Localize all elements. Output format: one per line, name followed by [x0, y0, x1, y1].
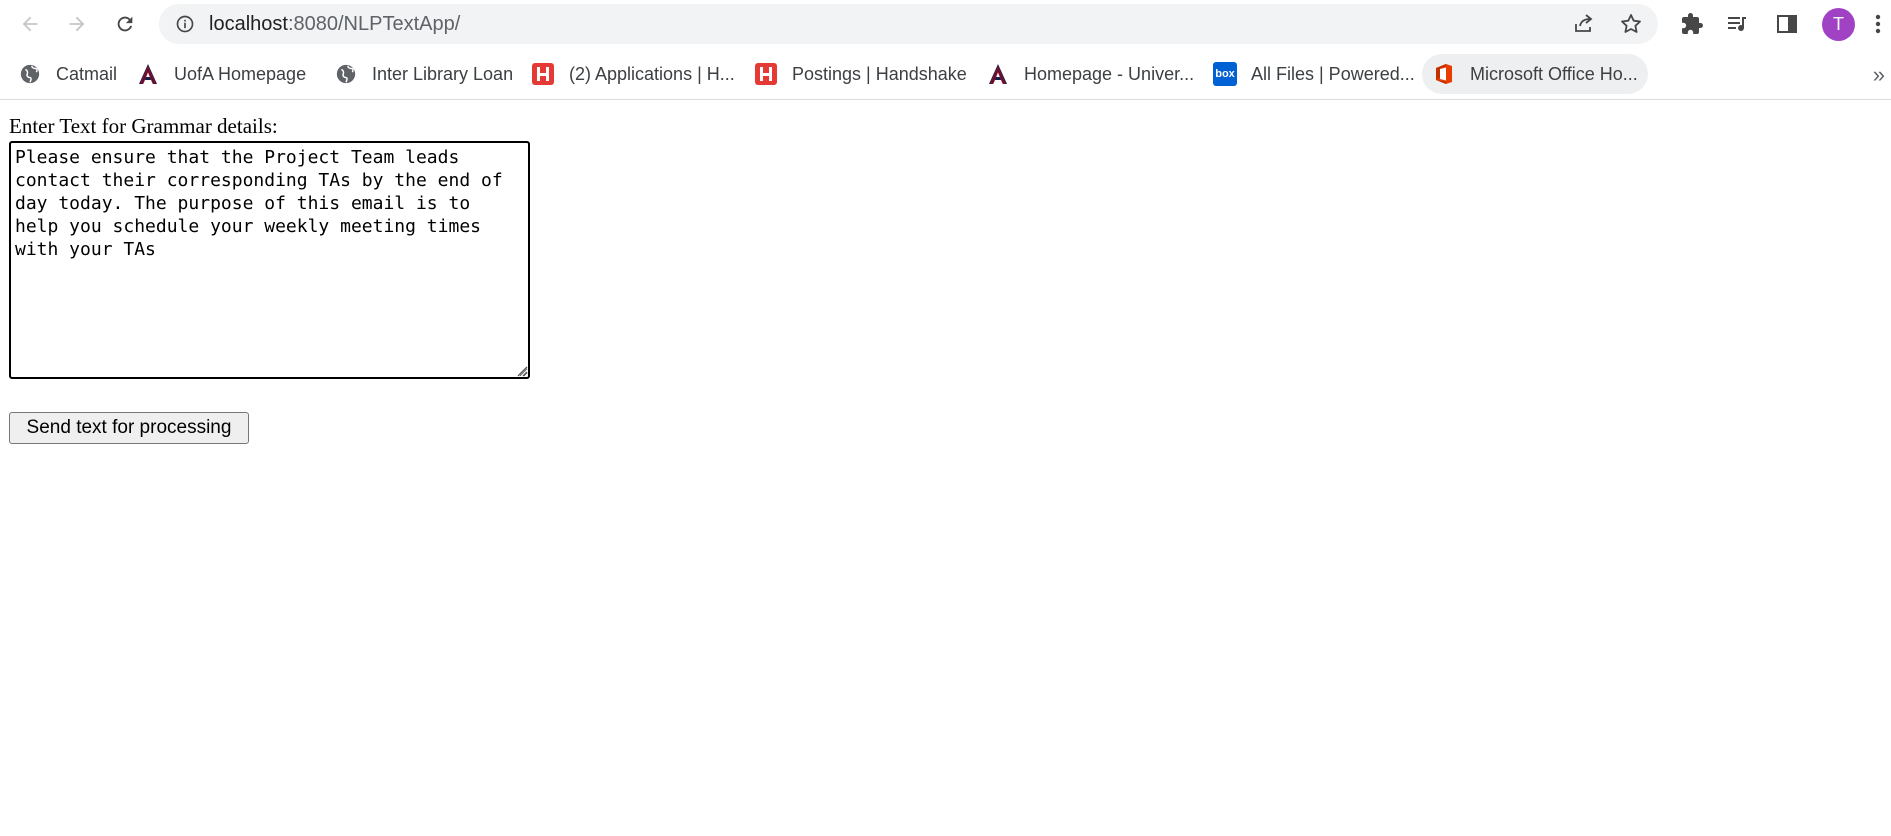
- bookmark-microsoft-office[interactable]: Microsoft Office Ho...: [1422, 54, 1648, 94]
- handshake-logo-icon: [754, 62, 778, 86]
- bookmark-uofa-homepage[interactable]: UofA Homepage: [126, 54, 316, 94]
- bookmark-label: (2) Applications | H...: [569, 63, 735, 84]
- back-arrow-icon: [22, 16, 38, 32]
- bookmark-all-files-box[interactable]: box All Files | Powered...: [1203, 54, 1425, 94]
- media-queue-icon[interactable]: [1725, 12, 1749, 36]
- bookmark-inter-library-loan[interactable]: Inter Library Loan: [324, 54, 523, 94]
- forward-button[interactable]: [59, 6, 95, 42]
- resize-handle-icon[interactable]: [514, 363, 528, 377]
- bookmark-postings-handshake[interactable]: Postings | Handshake: [744, 54, 977, 94]
- reload-icon: [117, 16, 133, 32]
- page-content: Enter Text for Grammar details: Please e…: [0, 101, 1891, 836]
- more-vert-icon[interactable]: [1871, 12, 1885, 36]
- grammar-text-input[interactable]: Please ensure that the Project Team lead…: [9, 141, 530, 379]
- address-bar[interactable]: localhost:8080/NLPTextApp/: [159, 4, 1658, 44]
- globe-icon: [18, 62, 42, 86]
- bookmarks-overflow-chevron-icon[interactable]: »: [1873, 62, 1885, 88]
- office-logo-icon: [1432, 62, 1456, 86]
- profile-avatar[interactable]: T: [1822, 8, 1855, 41]
- info-icon[interactable]: [175, 14, 195, 34]
- bookmark-label: Catmail: [56, 63, 118, 84]
- grammar-text-label: Enter Text for Grammar details:: [9, 114, 278, 138]
- url-host: localhost: [209, 13, 288, 35]
- box-logo-icon: box: [1213, 62, 1237, 86]
- bookmark-applications-handshake[interactable]: (2) Applications | H...: [521, 54, 745, 94]
- bookmarks-bar: Catmail UofA Homepage Inter Library Loan…: [0, 50, 1891, 100]
- share-icon[interactable]: [1572, 12, 1596, 36]
- bookmark-catmail[interactable]: Catmail: [8, 54, 127, 94]
- box-logo-text: box: [1215, 68, 1235, 80]
- star-icon[interactable]: [1619, 12, 1643, 36]
- send-text-button[interactable]: Send text for processing: [9, 412, 249, 444]
- bookmark-label: UofA Homepage: [174, 63, 307, 84]
- url-text: localhost:8080/NLPTextApp/: [209, 4, 460, 44]
- browser-toolbar: localhost:8080/NLPTextApp/ T: [0, 0, 1891, 48]
- reload-button[interactable]: [107, 6, 143, 42]
- bookmark-homepage-university[interactable]: Homepage - Univer...: [976, 54, 1204, 94]
- uofa-logo-icon: [986, 62, 1010, 86]
- url-path: :8080/NLPTextApp/: [287, 13, 461, 35]
- handshake-logo-icon: [531, 62, 555, 86]
- back-button[interactable]: [12, 6, 48, 42]
- uofa-logo-icon: [136, 62, 160, 86]
- bookmark-label: Microsoft Office Ho...: [1470, 63, 1638, 84]
- extensions-icon[interactable]: [1680, 12, 1704, 36]
- bookmark-label: All Files | Powered...: [1251, 63, 1415, 84]
- bookmark-label: Postings | Handshake: [792, 63, 967, 84]
- profile-initial: T: [1833, 14, 1844, 34]
- bookmark-label: Homepage - Univer...: [1024, 63, 1195, 84]
- side-panel-icon[interactable]: [1775, 12, 1799, 36]
- globe-icon: [334, 62, 358, 86]
- bookmark-label: Inter Library Loan: [372, 63, 514, 84]
- forward-arrow-icon: [69, 16, 85, 32]
